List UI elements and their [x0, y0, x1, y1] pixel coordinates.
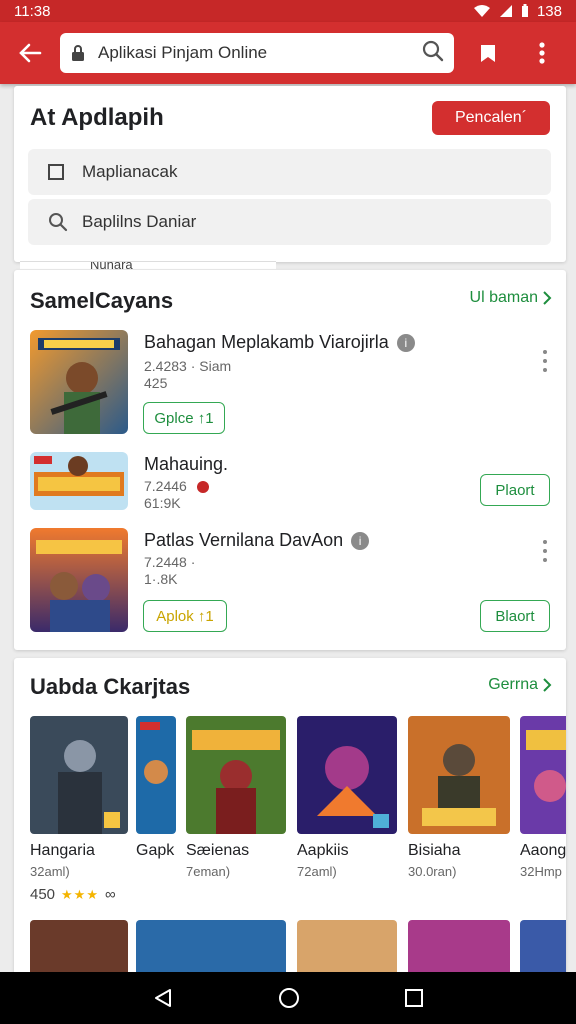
game-tile-9[interactable]	[297, 920, 397, 980]
app-meta: 7.2448 · 1·.8K	[144, 554, 196, 587]
game-tile-10[interactable]	[408, 920, 510, 980]
app-name: Mahauing.	[144, 454, 229, 474]
tile-label: Bisiaha	[408, 842, 461, 859]
more-vert-icon[interactable]	[540, 540, 550, 562]
game-tile-7[interactable]	[30, 920, 128, 980]
app-meta: 2.4283 · Siam 425	[144, 358, 232, 391]
bookmark-icon	[481, 45, 495, 62]
app-name: Patlas Vernilana DavAon i	[144, 530, 370, 551]
arrow-left-icon	[19, 43, 42, 63]
battery-level: 138	[536, 2, 562, 20]
more-vert-icon[interactable]	[540, 350, 550, 372]
search-input[interactable]	[98, 43, 422, 63]
install-button[interactable]: Plaort	[480, 474, 550, 506]
wifi-icon	[473, 5, 490, 17]
app-list-section: SamelCayans Ul baman Bahagan Meplakamb V…	[14, 270, 566, 650]
battery-icon	[521, 4, 528, 17]
tile-subtitle: 7eman)	[186, 864, 231, 879]
dropdown-peek: Nuhara	[20, 261, 276, 269]
status-bar: 11:38 138	[0, 0, 576, 22]
badge-dot	[196, 481, 209, 494]
app-icon-game-3	[30, 528, 128, 632]
search-icon	[48, 212, 68, 232]
search-suggestion-label: Baplilns Daniar	[82, 212, 197, 231]
status-time: 11:38	[14, 2, 51, 20]
game-tile-1[interactable]	[30, 716, 128, 834]
back-triangle-icon[interactable]	[152, 987, 174, 1009]
game-tile-2[interactable]	[136, 716, 176, 834]
list-item[interactable]: Patlas Vernilana DavAon i 7.2448 · 1·.8K A…	[30, 528, 550, 634]
install-button[interactable]: Blaort	[480, 600, 550, 632]
app-meta: 7.2446 61:9K	[144, 478, 209, 512]
tile-label: Aapkiis	[297, 842, 349, 859]
tile-subtitle: 32Hmp	[520, 864, 562, 879]
search-bar[interactable]	[60, 33, 454, 73]
signal-icon	[499, 5, 512, 17]
overflow-menu-button[interactable]	[526, 38, 558, 68]
info-icon[interactable]: i	[396, 334, 415, 353]
game-tile-8[interactable]	[136, 920, 286, 980]
lock-icon	[70, 44, 92, 62]
home-circle-icon[interactable]	[278, 987, 300, 1009]
app-toolbar	[0, 22, 576, 84]
info-icon[interactable]: i	[351, 532, 370, 551]
rating: 450 ★★★ ∞	[30, 886, 116, 903]
checkbox-row[interactable]: Maplianacak	[28, 149, 551, 195]
list-item[interactable]: Bahagan Meplakamb Viarojirla i 2.4283 · S…	[30, 330, 550, 436]
see-all-label: Ul baman	[469, 289, 538, 306]
chevron-right-icon	[543, 291, 552, 305]
peek-text: Nuhara	[90, 261, 133, 269]
checkbox[interactable]	[48, 164, 64, 180]
card-title: At Apdlapih	[30, 104, 164, 131]
search-suggestion-row[interactable]: Baplilns Daniar	[28, 199, 551, 245]
install-button[interactable]: Aplok ↑1	[143, 600, 227, 632]
search-card: At Apdlapih Pencalen´ Maplianacak Baplil…	[14, 86, 566, 262]
tile-label: Sæienas	[186, 842, 250, 859]
games-carousel-section: Uabda Ckarjtas Gerrna Hangaria Gapk Sæie…	[14, 658, 566, 988]
game-tile-3[interactable]	[186, 716, 286, 834]
game-tile-4[interactable]	[297, 716, 397, 834]
app-icon-game-1	[30, 330, 128, 434]
primary-action-button[interactable]: Pencalen´	[432, 101, 550, 135]
tile-label: Aaonges	[520, 842, 566, 859]
tile-subtitle: 32aml)	[30, 864, 70, 879]
app-name: Bahagan Meplakamb Viarojirla i	[144, 332, 415, 353]
tile-label: Hangaria	[30, 842, 95, 859]
rating-extra: ∞	[105, 886, 116, 903]
see-all-link[interactable]: Gerrna	[488, 676, 552, 694]
tile-subtitle: 72aml)	[297, 864, 337, 879]
recents-square-icon[interactable]	[404, 988, 424, 1008]
more-vert-icon	[539, 42, 545, 64]
list-item[interactable]: Mahauing. 7.2446 61:9K Plaort	[30, 452, 550, 512]
tile-subtitle: 30.0ran)	[408, 864, 457, 879]
system-nav-bar	[0, 972, 576, 1024]
bookmark-button[interactable]	[470, 40, 506, 66]
chevron-right-icon	[543, 678, 552, 692]
see-all-label: Gerrna	[488, 676, 538, 693]
search-icon[interactable]	[422, 40, 444, 67]
see-all-link[interactable]: Ul baman	[470, 289, 552, 307]
back-button[interactable]	[0, 22, 60, 84]
install-button[interactable]: Gplce ↑1	[143, 402, 225, 434]
game-tile-5[interactable]	[408, 716, 510, 834]
rating-value: 450	[30, 886, 56, 903]
section-title: SamelCayans	[30, 288, 174, 313]
star-icon: ★★★	[61, 886, 99, 902]
app-icon-game-2	[30, 452, 128, 510]
checkbox-label: Maplianacak	[82, 162, 178, 181]
game-tile-11[interactable]	[520, 920, 566, 980]
section-title: Uabda Ckarjtas	[30, 674, 191, 699]
tile-label: Gapk	[136, 842, 175, 859]
game-tile-6[interactable]	[520, 716, 566, 834]
